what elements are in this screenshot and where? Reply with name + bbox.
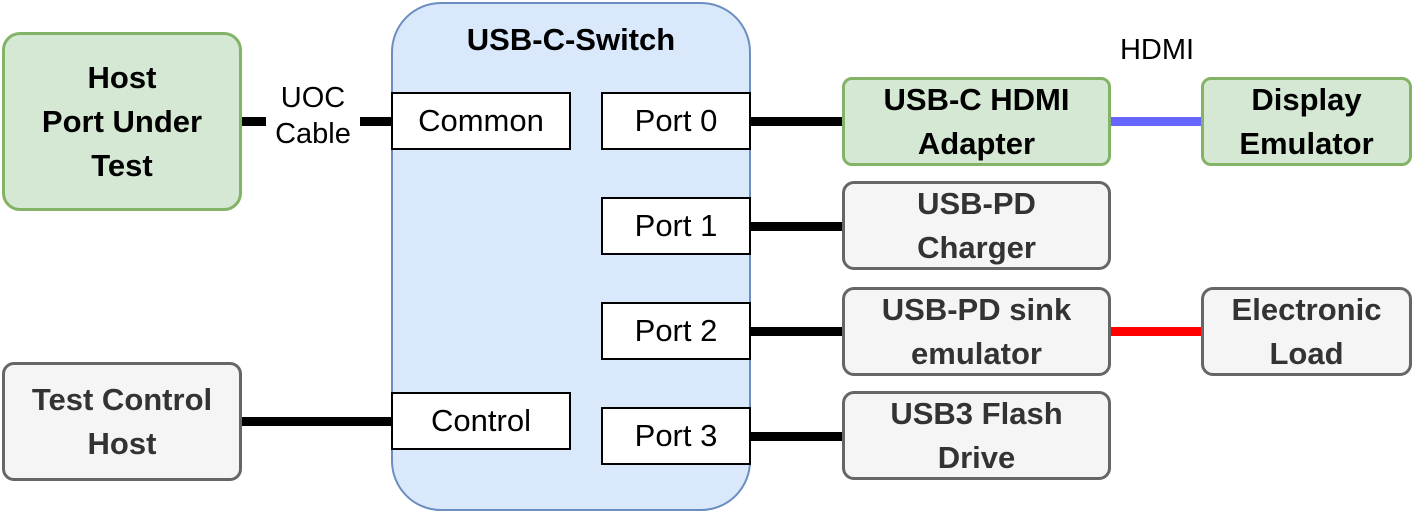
usb-pd-charger: USB-PD Charger — [842, 181, 1111, 270]
control-link — [242, 417, 391, 426]
cable-label-line: Cable — [275, 118, 351, 150]
host-label-line: Port Under — [41, 103, 203, 139]
device-label-line: Adapter — [917, 125, 1036, 161]
device-label-line: USB-PD — [917, 185, 1036, 221]
test-control-label-line: Test Control — [31, 381, 213, 417]
power-link — [1111, 327, 1201, 336]
load-label-line: Load — [1269, 335, 1344, 371]
port-1: Port 1 — [601, 197, 751, 255]
usb-c-hdmi-adapter: USB-C HDMI Adapter — [842, 77, 1111, 166]
usb-pd-sink-emulator: USB-PD sink emulator — [842, 287, 1111, 376]
device-label-line: USB3 Flash — [890, 395, 1063, 431]
port3-link — [751, 432, 842, 441]
device-label-line: USB-PD sink — [881, 291, 1072, 327]
device-label-line: emulator — [911, 335, 1042, 371]
device-label-line: Drive — [937, 439, 1016, 475]
hdmi-link — [1111, 117, 1201, 126]
display-emulator: Display Emulator — [1201, 77, 1412, 166]
host-port-under-test: Host Port Under Test — [2, 32, 242, 211]
port-3: Port 3 — [601, 407, 751, 465]
cable-label: UOC Cable — [266, 80, 360, 152]
common-port: Common — [391, 92, 571, 150]
device-label-line: USB-C HDMI — [883, 81, 1070, 117]
usb3-flash-drive: USB3 Flash Drive — [842, 391, 1111, 480]
port2-link — [751, 327, 842, 336]
device-label-line: Charger — [917, 229, 1036, 265]
switch-title: USB-C-Switch — [466, 22, 676, 57]
electronic-load: Electronic Load — [1201, 287, 1412, 376]
control-port: Control — [391, 392, 571, 450]
port-0: Port 0 — [601, 92, 751, 150]
cable-label-line: UOC — [280, 82, 346, 114]
port-2: Port 2 — [601, 302, 751, 360]
port1-link — [751, 222, 842, 231]
test-control-label-line: Host — [87, 425, 157, 461]
display-label-line: Display — [1251, 81, 1362, 117]
host-label-line: Host — [87, 59, 157, 95]
hdmi-label: HDMI — [1119, 34, 1195, 66]
display-label-line: Emulator — [1239, 125, 1374, 161]
port0-link — [751, 117, 842, 126]
host-label-line: Test — [91, 147, 153, 183]
load-label-line: Electronic — [1231, 291, 1382, 327]
test-control-host: Test Control Host — [2, 362, 242, 481]
